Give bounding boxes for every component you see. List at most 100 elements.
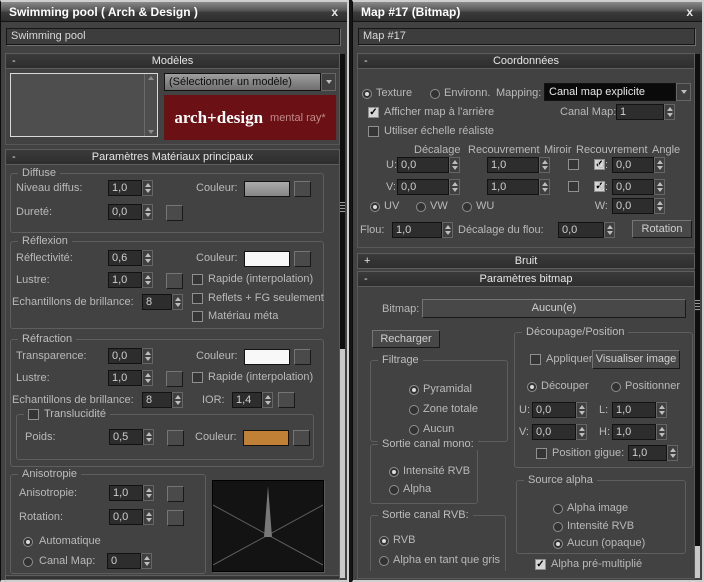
h-crop-value[interactable]: 1,0 [612, 424, 656, 440]
anisotropie-value[interactable]: 1,0 [109, 485, 143, 501]
position-gigue-value[interactable]: 1,0 [628, 445, 667, 461]
canal-map-radio[interactable] [23, 557, 33, 567]
spinner-arrows[interactable] [143, 429, 154, 445]
v-miroir-checkbox[interactable] [568, 181, 579, 192]
lustre-value[interactable]: 1,0 [108, 272, 142, 288]
material-name-input[interactable]: Swimming pool [6, 28, 340, 45]
translucidite-checkbox[interactable] [28, 408, 39, 420]
texture-label[interactable]: Texture [376, 87, 412, 99]
spinner-arrows[interactable] [449, 157, 460, 173]
echelle-realiste-checkbox[interactable] [368, 126, 379, 137]
ior-map-button[interactable] [278, 392, 295, 408]
rotation-value[interactable]: 0,0 [109, 509, 143, 525]
refraction-rapide-label[interactable]: Rapide (interpolation) [208, 371, 313, 383]
v-recouvrement-value[interactable]: 1,0 [487, 179, 539, 195]
environ-radio[interactable] [430, 89, 440, 99]
reflexion-color-swatch[interactable] [244, 251, 290, 267]
canal-map-value[interactable]: 1 [616, 104, 664, 120]
ior-value[interactable]: 1,4 [232, 392, 262, 408]
automatique-radio[interactable] [23, 537, 33, 547]
v-crop-value[interactable]: 0,0 [532, 424, 576, 440]
durete-value[interactable]: 0,0 [108, 204, 142, 220]
spinner-arrows[interactable] [143, 509, 154, 525]
translucidite-color-map-button[interactable] [293, 430, 310, 446]
map-name-input[interactable]: Map #17 [358, 28, 695, 45]
refraction-lustre-map-button[interactable] [166, 371, 183, 387]
collapse-icon[interactable]: - [12, 150, 16, 164]
afficher-map-label[interactable]: Afficher map à l'arrière [384, 106, 494, 118]
window-titlebar[interactable]: Map #17 (Bitmap) x [353, 2, 702, 22]
intensite-rvb-source-label[interactable]: Intensité RVB [567, 520, 634, 532]
u-decalage-value[interactable]: 0,0 [397, 157, 449, 173]
wu-label[interactable]: WU [476, 200, 494, 212]
w-value[interactable]: 0,0 [612, 198, 654, 214]
rotation-map-button[interactable] [167, 510, 184, 526]
uv-label[interactable]: UV [384, 200, 399, 212]
spinner-arrows[interactable] [656, 402, 667, 418]
materiau-meta-label[interactable]: Matériau méta [208, 310, 278, 322]
materiau-meta-checkbox[interactable] [192, 311, 203, 322]
intensite-rvb-mono-radio[interactable] [389, 467, 399, 477]
rapide-label[interactable]: Rapide (interpolation) [208, 273, 313, 285]
uv-radio[interactable] [370, 202, 380, 212]
spinner-arrows[interactable] [172, 392, 183, 408]
alpha-mono-radio[interactable] [389, 485, 399, 495]
panel-scrollbar[interactable] [695, 54, 700, 578]
zone-totale-label[interactable]: Zone totale [423, 403, 478, 415]
collapse-icon[interactable]: - [364, 54, 368, 68]
poids-map-button[interactable] [167, 430, 184, 446]
alpha-image-label[interactable]: Alpha image [567, 502, 628, 514]
canal-map-value[interactable]: 0 [107, 553, 141, 569]
intensite-rvb-source-radio[interactable] [553, 522, 563, 532]
list-scrollbar[interactable] [144, 74, 157, 136]
diffuse-color-swatch[interactable] [244, 181, 290, 197]
u-recouvrement-value[interactable]: 1,0 [487, 157, 539, 173]
scrollbar-track[interactable] [340, 349, 345, 578]
window-titlebar[interactable]: Swimming pool ( Arch & Design ) x [1, 2, 347, 22]
rollout-partial[interactable] [5, 575, 340, 580]
recharger-button[interactable]: Recharger [372, 330, 440, 348]
chevron-down-icon[interactable] [321, 73, 336, 91]
position-gigue-label[interactable]: Position gigue: [552, 447, 624, 459]
afficher-map-checkbox[interactable]: ✓ [368, 107, 379, 118]
spinner-arrows[interactable] [143, 485, 154, 501]
template-select[interactable]: (Sélectionner un modèle) [164, 73, 336, 91]
durete-map-button[interactable] [166, 205, 183, 221]
u-crop-value[interactable]: 0,0 [532, 402, 576, 418]
rollout-parametres-bitmap[interactable]: - Paramètres bitmap [357, 271, 695, 287]
mapping-select-value[interactable]: Canal map explicite [544, 83, 676, 101]
bitmap-file-button[interactable]: Aucun(e) [422, 299, 686, 318]
poids-value[interactable]: 0,5 [109, 429, 143, 445]
spinner-arrows[interactable] [142, 348, 153, 364]
appliquer-label[interactable]: Appliquer [546, 353, 592, 365]
spinner-arrows[interactable] [142, 250, 153, 266]
v-decalage-value[interactable]: 0,0 [397, 179, 449, 195]
v-angle-value[interactable]: 0,0 [612, 179, 654, 195]
alpha-gris-label[interactable]: Alpha en tant que gris [393, 554, 500, 566]
spinner-arrows[interactable] [142, 180, 153, 196]
collapse-icon[interactable]: - [12, 54, 16, 68]
refraction-lustre-value[interactable]: 1,0 [108, 370, 142, 386]
rollout-bruit[interactable]: + Bruit [357, 253, 695, 269]
spinner-arrows[interactable] [142, 272, 153, 288]
environ-label[interactable]: Environn. [444, 87, 490, 99]
template-list[interactable] [10, 73, 158, 137]
panel-scrollbar[interactable] [340, 54, 345, 578]
spinner-arrows[interactable] [656, 424, 667, 440]
spinner-arrows[interactable] [539, 179, 550, 195]
wu-radio[interactable] [462, 202, 472, 212]
close-icon[interactable]: x [686, 2, 693, 22]
u-angle-value[interactable]: 0,0 [612, 157, 654, 173]
rapide-checkbox[interactable] [192, 274, 203, 285]
reflectivite-value[interactable]: 0,6 [108, 250, 142, 266]
alpha-gris-radio[interactable] [379, 556, 389, 566]
flou-value[interactable]: 1,0 [392, 222, 442, 238]
aucun-filtrage-label[interactable]: Aucun [423, 423, 454, 435]
spinner-arrows[interactable] [654, 179, 665, 195]
rvb-radio[interactable] [379, 536, 389, 546]
spinner-arrows[interactable] [141, 553, 152, 569]
refraction-color-swatch[interactable] [244, 349, 290, 365]
spinner-arrows[interactable] [576, 402, 587, 418]
positionner-radio[interactable] [611, 382, 621, 392]
alpha-premultiplie-label[interactable]: Alpha pré-multiplié [551, 558, 642, 570]
